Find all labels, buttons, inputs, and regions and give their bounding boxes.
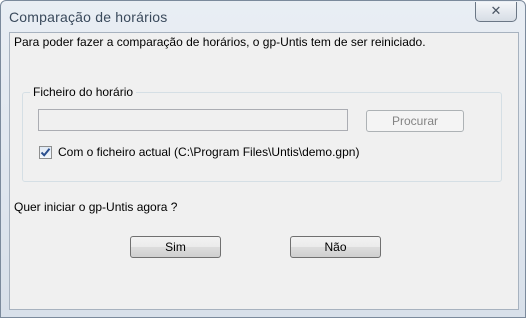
checkmark-icon: [40, 148, 51, 157]
current-file-label[interactable]: Com o ficheiro actual (C:\Program Files\…: [58, 145, 359, 159]
file-groupbox: [22, 92, 502, 182]
close-button[interactable]: ✕: [475, 2, 517, 22]
file-path-input[interactable]: [38, 109, 348, 131]
title-bar[interactable]: Comparação de horários ✕: [1, 1, 525, 32]
window-title: Comparação de horários: [9, 9, 168, 25]
no-button[interactable]: Não: [290, 236, 381, 258]
browse-button[interactable]: Procurar: [366, 110, 464, 132]
yes-button[interactable]: Sim: [130, 236, 221, 258]
close-icon: ✕: [490, 4, 502, 19]
current-file-checkbox[interactable]: [39, 146, 52, 159]
dialog-window: Comparação de horários ✕ Para poder faze…: [0, 0, 526, 318]
groupbox-legend: Ficheiro do horário: [30, 85, 137, 99]
restart-question: Quer iniciar o gp-Untis agora ?: [14, 200, 178, 214]
info-message: Para poder fazer a comparação de horário…: [14, 35, 426, 49]
